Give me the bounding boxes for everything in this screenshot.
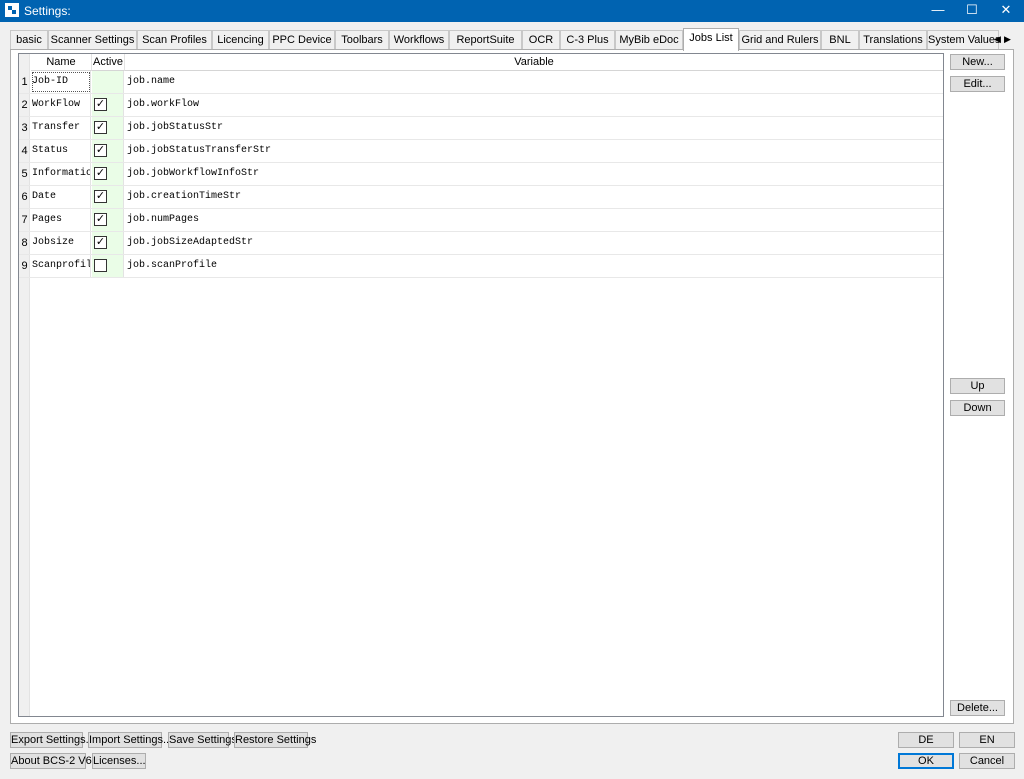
cell-name[interactable]: WorkFlow <box>31 94 91 116</box>
window-title: Settings: <box>24 4 71 18</box>
active-checkbox[interactable]: ✓ <box>94 167 107 180</box>
maximize-button[interactable]: ☐ <box>954 0 990 22</box>
cell-name[interactable]: Date <box>31 186 91 208</box>
active-checkbox[interactable]: ✓ <box>94 236 107 249</box>
cell-variable[interactable]: job.scanProfile <box>127 255 217 277</box>
table-row[interactable]: 5 Information ✓ job.jobWorkflowInfoStr <box>19 163 943 186</box>
delete-button[interactable]: Delete... <box>950 700 1005 716</box>
row-number: 9 <box>21 260 28 272</box>
column-header-name[interactable]: Name <box>31 54 92 71</box>
tab-scan-profiles[interactable]: Scan Profiles <box>137 30 212 50</box>
table-row[interactable]: 7 Pages ✓ job.numPages <box>19 209 943 232</box>
tab-bnl[interactable]: BNL <box>821 30 859 50</box>
tab-ocr[interactable]: OCR <box>522 30 560 50</box>
cell-active <box>92 71 124 93</box>
cell-variable[interactable]: job.workFlow <box>127 94 199 116</box>
cell-name[interactable]: Status <box>31 140 91 162</box>
cell-variable[interactable]: job.jobStatusStr <box>127 117 223 139</box>
licenses-button[interactable]: Licenses... <box>92 753 146 769</box>
row-number: 8 <box>21 237 28 249</box>
tab-reportsuite[interactable]: ReportSuite <box>449 30 522 50</box>
cell-name[interactable]: Pages <box>31 209 91 231</box>
tab-translations[interactable]: Translations <box>859 30 927 50</box>
up-button[interactable]: Up <box>950 378 1005 394</box>
table-row[interactable]: 4 Status ✓ job.jobStatusTransferStr <box>19 140 943 163</box>
row-number: 1 <box>21 76 28 88</box>
tab-toolbars[interactable]: Toolbars <box>335 30 389 50</box>
active-checkbox[interactable]: ✓ <box>94 144 107 157</box>
edit-button[interactable]: Edit... <box>950 76 1005 92</box>
cell-variable[interactable]: job.numPages <box>127 209 199 231</box>
table-row[interactable]: 9 Scanprofil job.scanProfile <box>19 255 943 278</box>
active-checkbox[interactable]: ✓ <box>94 98 107 111</box>
tab-workflows[interactable]: Workflows <box>389 30 449 50</box>
minimize-button[interactable]: — <box>920 0 956 22</box>
cell-name[interactable]: Jobsize <box>31 232 91 254</box>
row-number: 6 <box>21 191 28 203</box>
row-number: 5 <box>21 168 28 180</box>
row-number: 2 <box>21 99 28 111</box>
active-checkbox[interactable] <box>94 259 107 272</box>
title-bar: Settings: — ☐ ✕ <box>0 0 1024 22</box>
cell-variable[interactable]: job.name <box>127 71 175 93</box>
tab-system-values[interactable]: System Values <box>927 30 1001 50</box>
import-settings-button[interactable]: Import Settings... <box>88 732 172 748</box>
row-number: 4 <box>21 145 28 157</box>
export-settings-button[interactable]: Export Settings... <box>10 732 95 748</box>
tab-jobs-list[interactable]: Jobs List <box>683 28 739 51</box>
about-button[interactable]: About BCS-2 V6... <box>10 753 101 769</box>
tab-strip: basic Scanner Settings Scan Profiles Lic… <box>10 28 1014 51</box>
cancel-button[interactable]: Cancel <box>959 753 1015 769</box>
tab-basic[interactable]: basic <box>10 30 48 50</box>
app-icon <box>5 3 19 17</box>
table-row[interactable]: 6 Date ✓ job.creationTimeStr <box>19 186 943 209</box>
cell-variable[interactable]: job.jobSizeAdaptedStr <box>127 232 253 254</box>
tab-licencing[interactable]: Licencing <box>212 30 269 50</box>
cell-name[interactable]: Information <box>31 163 91 185</box>
row-number: 7 <box>21 214 28 226</box>
tab-scanner-settings[interactable]: Scanner Settings <box>48 30 137 50</box>
language-en-button[interactable]: EN <box>959 732 1015 748</box>
jobs-list-table[interactable]: Name Active Variable 1 Job-ID job.name 2… <box>18 53 944 717</box>
row-number: 3 <box>21 122 28 134</box>
down-button[interactable]: Down <box>950 400 1005 416</box>
active-checkbox[interactable]: ✓ <box>94 190 107 203</box>
tab-scroll-left-icon[interactable]: ◀ <box>993 31 1002 47</box>
save-settings-button[interactable]: Save Settings <box>168 732 237 748</box>
column-header-active[interactable]: Active <box>92 54 125 71</box>
table-row[interactable]: 3 Transfer ✓ job.jobStatusStr <box>19 117 943 140</box>
cell-variable[interactable]: job.jobWorkflowInfoStr <box>127 163 259 185</box>
active-checkbox[interactable]: ✓ <box>94 121 107 134</box>
restore-settings-button[interactable]: Restore Settings <box>234 732 316 748</box>
new-button[interactable]: New... <box>950 54 1005 70</box>
tab-scroll-right-icon[interactable]: ▶ <box>1003 31 1012 47</box>
column-header-variable[interactable]: Variable <box>125 54 943 71</box>
table-row[interactable]: 1 Job-ID job.name <box>19 71 943 94</box>
ok-button[interactable]: OK <box>898 753 954 769</box>
close-button[interactable]: ✕ <box>988 0 1024 22</box>
tab-ppc-device[interactable]: PPC Device <box>269 30 335 50</box>
cell-variable[interactable]: job.creationTimeStr <box>127 186 241 208</box>
cell-variable[interactable]: job.jobStatusTransferStr <box>127 140 271 162</box>
table-row[interactable]: 2 WorkFlow ✓ job.workFlow <box>19 94 943 117</box>
tab-c3-plus[interactable]: C-3 Plus <box>560 30 615 50</box>
active-checkbox[interactable]: ✓ <box>94 213 107 226</box>
tab-mybib-edoc[interactable]: MyBib eDoc <box>615 30 683 50</box>
cell-name[interactable]: Scanprofil <box>31 255 91 277</box>
tab-grid-and-rulers[interactable]: Grid and Rulers <box>739 30 821 50</box>
cell-name[interactable]: Job-ID <box>31 71 91 93</box>
language-de-button[interactable]: DE <box>898 732 954 748</box>
cell-name[interactable]: Transfer <box>31 117 91 139</box>
table-row[interactable]: 8 Jobsize ✓ job.jobSizeAdaptedStr <box>19 232 943 255</box>
